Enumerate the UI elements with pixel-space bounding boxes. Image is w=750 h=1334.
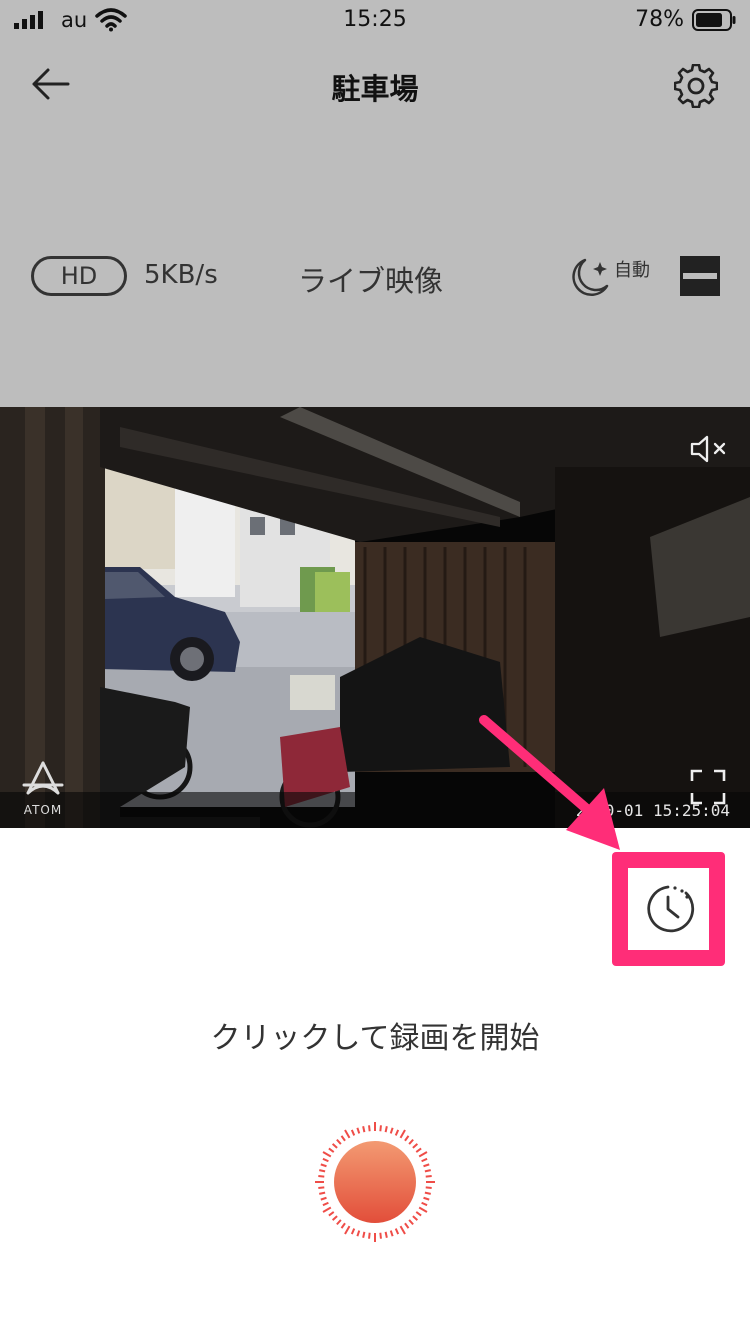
split-view-icon[interactable]	[680, 256, 720, 296]
camera-header-area: au 15:25 78% 駐車場 HD 5KB/s ライブ映像 自動	[0, 0, 750, 407]
night-mode-label: 自動	[614, 260, 650, 281]
atom-logo: ATOM	[18, 759, 68, 819]
gear-icon[interactable]	[674, 64, 718, 108]
record-ring-tick	[389, 1127, 394, 1134]
record-ring-tick	[408, 1219, 414, 1226]
live-view-label: ライブ映像	[298, 264, 444, 298]
video-timestamp: 2 10-01 15:25:04	[575, 801, 730, 820]
record-ring-tick	[384, 1126, 388, 1133]
record-ring-tick	[356, 1127, 361, 1134]
page-title: 駐車場	[331, 72, 419, 106]
navigation-bar: 駐車場	[0, 50, 750, 120]
record-ring-tick	[412, 1143, 419, 1149]
fullscreen-icon[interactable]	[690, 769, 726, 805]
record-ring-tick	[424, 1169, 431, 1173]
record-ring-tick	[328, 1211, 335, 1217]
record-ring-tick	[394, 1228, 400, 1235]
camera-feed-image	[0, 407, 750, 828]
battery-icon	[692, 9, 736, 31]
atom-logo-text: ATOM	[23, 803, 63, 817]
record-ring-tick	[356, 1230, 361, 1237]
atom-logo-icon	[22, 761, 64, 795]
status-bar: au 15:25 78%	[0, 0, 750, 40]
record-ring-tick	[350, 1129, 356, 1136]
battery-percentage: 78%	[635, 7, 684, 32]
record-ring-tick	[415, 1211, 422, 1217]
record-ring-tick	[322, 1201, 329, 1207]
record-ring-tick	[322, 1206, 332, 1213]
record-ring-tick	[350, 1228, 356, 1235]
record-ring-tick	[319, 1169, 326, 1173]
stream-speed: 5KB/s	[144, 260, 218, 290]
record-ring-tick	[408, 1138, 414, 1145]
record-ring-tick	[399, 1129, 406, 1139]
record-ring-tick	[320, 1163, 327, 1168]
record-ring-tick	[418, 1151, 428, 1158]
live-video-player[interactable]: ATOM 2 10-01 15:25:04	[0, 407, 750, 828]
record-ring-tick	[404, 1135, 410, 1142]
record-ring-tick	[389, 1230, 394, 1237]
record-ring-tick	[425, 1175, 432, 1178]
record-ring-tick	[336, 1219, 342, 1226]
record-ring-tick	[322, 1151, 332, 1158]
record-ring-tick	[319, 1191, 326, 1195]
record-ring-tick	[331, 1215, 338, 1221]
record-button-icon[interactable]	[313, 1120, 437, 1244]
history-highlight-box	[612, 852, 725, 966]
record-ring-tick	[368, 1125, 371, 1132]
record-ring-tick	[320, 1196, 327, 1201]
record-ring-tick	[368, 1232, 371, 1239]
quality-toggle-button[interactable]: HD	[31, 256, 127, 296]
record-ring-tick	[423, 1196, 430, 1201]
record-ring-tick	[421, 1157, 428, 1163]
record-ring-tick	[340, 1222, 346, 1229]
record-ring-tick	[344, 1129, 351, 1139]
recording-history-button[interactable]	[628, 868, 709, 950]
record-ring-tick	[379, 1125, 382, 1132]
moon-sparkle-icon[interactable]	[567, 254, 613, 300]
record-ring-tick	[331, 1143, 338, 1149]
record-ring-tick	[318, 1186, 325, 1189]
record-ring-tick	[421, 1201, 428, 1207]
record-ring-tick	[328, 1147, 335, 1153]
record-ring-tick	[418, 1206, 428, 1213]
record-ring-tick	[415, 1147, 422, 1153]
record-ring-tick	[362, 1231, 366, 1238]
record-ring-tick	[404, 1222, 410, 1229]
speaker-muted-icon[interactable]	[690, 433, 728, 465]
record-ring-tick	[424, 1191, 431, 1195]
record-ring-tick	[362, 1126, 366, 1133]
record-ring-tick	[399, 1225, 406, 1235]
record-ring-tick	[322, 1157, 329, 1163]
record-ring-tick	[336, 1138, 342, 1145]
stream-info-row: HD 5KB/s ライブ映像 自動	[0, 250, 750, 310]
record-ring-tick	[379, 1232, 382, 1239]
record-ring-tick	[318, 1175, 325, 1178]
record-ring-tick	[384, 1231, 388, 1238]
record-ring-tick	[344, 1225, 351, 1235]
record-ring-tick	[340, 1135, 346, 1142]
record-ring-tick	[425, 1186, 432, 1189]
record-ring-tick	[423, 1163, 430, 1168]
record-hint-text: クリックして録画を開始	[210, 1021, 540, 1056]
record-ring-tick	[394, 1129, 400, 1136]
record-ring-tick	[412, 1215, 419, 1221]
clock-history-icon	[647, 885, 695, 933]
